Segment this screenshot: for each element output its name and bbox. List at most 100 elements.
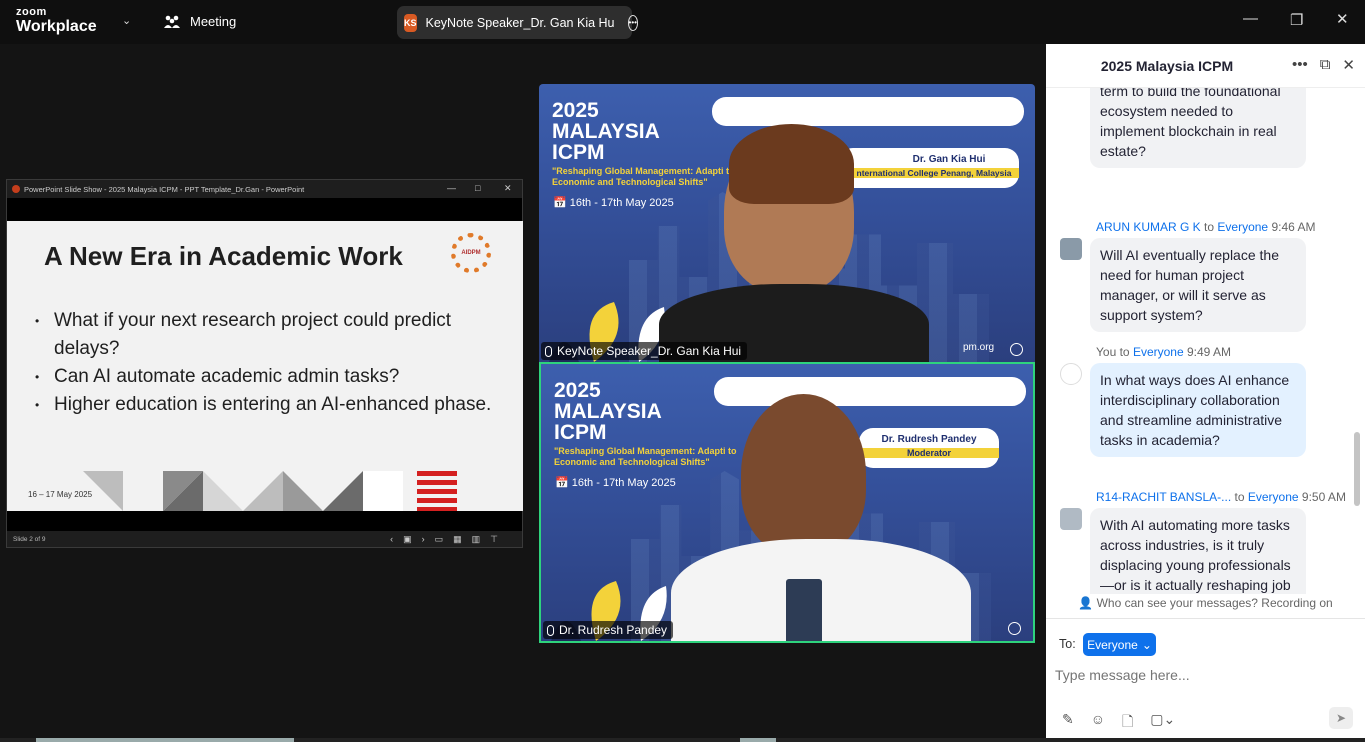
event-subtitle: "Reshaping Global Management: Adapti to … — [552, 166, 735, 187]
event-title-line: MALAYSIA — [552, 120, 660, 143]
recipient-name[interactable]: Everyone — [1217, 220, 1268, 234]
message-time: 9:46 AM — [1271, 220, 1316, 234]
globe-icon[interactable] — [1010, 343, 1023, 356]
event-title-line: ICPM — [552, 141, 605, 164]
ppt-navigation[interactable]: ‹▣›▭▦▥⊤ — [390, 534, 508, 545]
slide-title: A New Era in Academic Work — [44, 241, 403, 271]
moderator-tie — [786, 579, 822, 641]
video-tile-keynote[interactable]: 2025 MALAYSIA ICPM "Reshaping Global Man… — [539, 84, 1035, 362]
recipient-name[interactable]: Everyone — [1133, 345, 1184, 359]
chat-messages[interactable]: term to build the foundational ecosystem… — [1046, 88, 1356, 594]
more-options-icon[interactable]: ••• — [627, 14, 638, 31]
brand-bottom: Workplace — [16, 18, 97, 35]
format-icon[interactable]: ✎ — [1062, 711, 1074, 735]
speaker-badge: Dr. Gan Kia Hui nternational College Pen… — [839, 148, 1019, 188]
message-sender: R14-RACHIT BANSLA-... to Everyone 9:50 A… — [1096, 490, 1346, 504]
chevron-down-icon[interactable]: ⌄ — [122, 14, 131, 27]
event-title-line: 2025 — [554, 379, 601, 402]
chat-message: In what ways does AI enhance interdiscip… — [1090, 363, 1306, 457]
visibility-note[interactable]: 👤 Who can see your messages? Recording o… — [1046, 596, 1365, 610]
ppt-close-icon[interactable]: ✕ — [504, 183, 512, 194]
chat-message: With AI automating more tasks across ind… — [1090, 508, 1306, 594]
event-title-line: MALAYSIA — [554, 400, 662, 423]
badge-role: nternational College Penang, Malaysia — [839, 168, 1019, 178]
compose-tools: ✎ ☺ 🗋 ▢⌄ — [1062, 711, 1175, 735]
sponsor-logos — [712, 97, 1024, 126]
message-time: 9:49 AM — [1187, 345, 1232, 359]
visibility-note-text: Who can see your messages? Recording on — [1096, 596, 1333, 610]
moderator-video — [741, 394, 866, 554]
zoom-logo: zoom Workplace — [16, 7, 97, 35]
participant-name: KeyNote Speaker_Dr. Gan Kia Hui — [557, 344, 742, 358]
recipient-name[interactable]: Everyone — [1248, 490, 1299, 504]
video-tile-moderator[interactable]: 2025 MALAYSIA ICPM "Reshaping Global Man… — [539, 362, 1035, 643]
microphone-icon — [547, 624, 554, 636]
chat-message: Will AI eventually replace the need for … — [1090, 238, 1306, 332]
event-date-text: 16th - 17th May 2025 — [569, 197, 674, 209]
avatar — [1060, 363, 1082, 385]
event-title-line: 2025 — [552, 99, 599, 122]
event-title-line: ICPM — [554, 421, 607, 444]
chat-message: term to build the foundational ecosystem… — [1090, 88, 1306, 168]
chat-header: 2025 Malaysia ICPM ••• ⧉ ✕ — [1046, 44, 1365, 88]
slide-decoration — [83, 471, 457, 511]
chat-panel: 2025 Malaysia ICPM ••• ⧉ ✕ term to build… — [1046, 44, 1365, 738]
meeting-label: Meeting — [190, 14, 237, 29]
ppt-minimize-icon[interactable]: — — [447, 183, 456, 193]
emoji-icon[interactable]: ☺ — [1091, 711, 1105, 735]
avatar — [1060, 508, 1082, 530]
active-speaker-pill[interactable]: KS KeyNote Speaker_Dr. Gan Kia Hu ••• — [397, 6, 638, 39]
minimize-icon[interactable]: — — [1243, 10, 1258, 27]
sponsor-logos — [714, 377, 1026, 406]
ppt-window-title: PowerPoint Slide Show - 2025 Malaysia IC… — [24, 184, 305, 194]
more-icon[interactable]: ••• — [1292, 56, 1308, 74]
sender-name[interactable]: ARUN KUMAR G K — [1096, 220, 1201, 234]
avatar — [1060, 238, 1082, 260]
event-date-text: 16th - 17th May 2025 — [571, 477, 676, 489]
maximize-icon[interactable]: ❐ — [1290, 11, 1303, 29]
screenshot-icon[interactable]: ▢⌄ — [1150, 711, 1175, 735]
file-icon[interactable]: 🗋 — [1122, 711, 1133, 735]
taskbar-thumb — [36, 738, 294, 742]
ppt-maximize-icon[interactable]: □ — [475, 183, 480, 193]
message-input[interactable] — [1055, 663, 1345, 687]
pop-out-icon[interactable]: ⧉ — [1320, 56, 1331, 74]
slide-date: 16 – 17 May 2025 — [28, 490, 93, 499]
event-title: 2025 MALAYSIA ICPM — [552, 100, 660, 163]
powerpoint-icon — [12, 185, 20, 193]
send-icon[interactable]: ➤ — [1329, 707, 1353, 729]
event-date: 📅 16th - 17th May 2025 — [553, 197, 674, 209]
taskbar-thumb — [740, 738, 776, 742]
recipient-value: Everyone — [1087, 637, 1138, 652]
brand-top: zoom — [16, 6, 47, 18]
badge-name: Dr. Gan Kia Hui — [912, 154, 986, 165]
sender-name[interactable]: R14-RACHIT BANSLA-... — [1096, 490, 1231, 504]
speaker-avatar: KS — [404, 13, 417, 32]
meeting-menu[interactable]: Meeting — [163, 14, 236, 29]
close-icon[interactable]: ✕ — [1336, 10, 1349, 28]
moderator-badge: Dr. Rudresh Pandey Moderator — [859, 428, 999, 468]
slide-counter: Slide 2 of 9 — [13, 535, 46, 543]
participant-name-label: KeyNote Speaker_Dr. Gan Kia Hui — [541, 342, 748, 360]
to-label: To: — [1059, 637, 1076, 651]
bullet-item: Can AI automate academic admin tasks? — [35, 363, 515, 391]
participant-name-label: Dr. Rudresh Pandey — [543, 621, 674, 639]
shared-screen-powerpoint: PowerPoint Slide Show - 2025 Malaysia IC… — [6, 179, 523, 548]
message-time: 9:50 AM — [1301, 490, 1346, 504]
bullet-item: Higher education is entering an AI-enhan… — [35, 391, 515, 419]
meeting-icon — [164, 15, 180, 28]
event-subtitle: "Reshaping Global Management: Adapti to … — [554, 446, 737, 467]
chevron-down-icon: ⌄ — [1141, 637, 1152, 652]
event-date: 📅 16th - 17th May 2025 — [555, 477, 676, 489]
chat-scrollbar[interactable] — [1354, 432, 1360, 506]
close-chat-icon[interactable]: ✕ — [1342, 56, 1355, 74]
badge-role: Moderator — [859, 448, 999, 458]
recipient-dropdown[interactable]: Everyone ⌄ — [1083, 633, 1156, 656]
chat-header-icons: ••• ⧉ ✕ — [1292, 56, 1355, 74]
globe-icon[interactable] — [1008, 622, 1021, 635]
bullet-item: What if your next research project could… — [35, 307, 515, 363]
aidpm-logo: AIDPM — [451, 233, 491, 273]
compose-area: To: Everyone⌄ ✎ ☺ 🗋 ▢⌄ ➤ — [1046, 618, 1365, 738]
event-title: 2025 MALAYSIA ICPM — [554, 380, 662, 443]
slide-bullets: What if your next research project could… — [35, 307, 515, 419]
